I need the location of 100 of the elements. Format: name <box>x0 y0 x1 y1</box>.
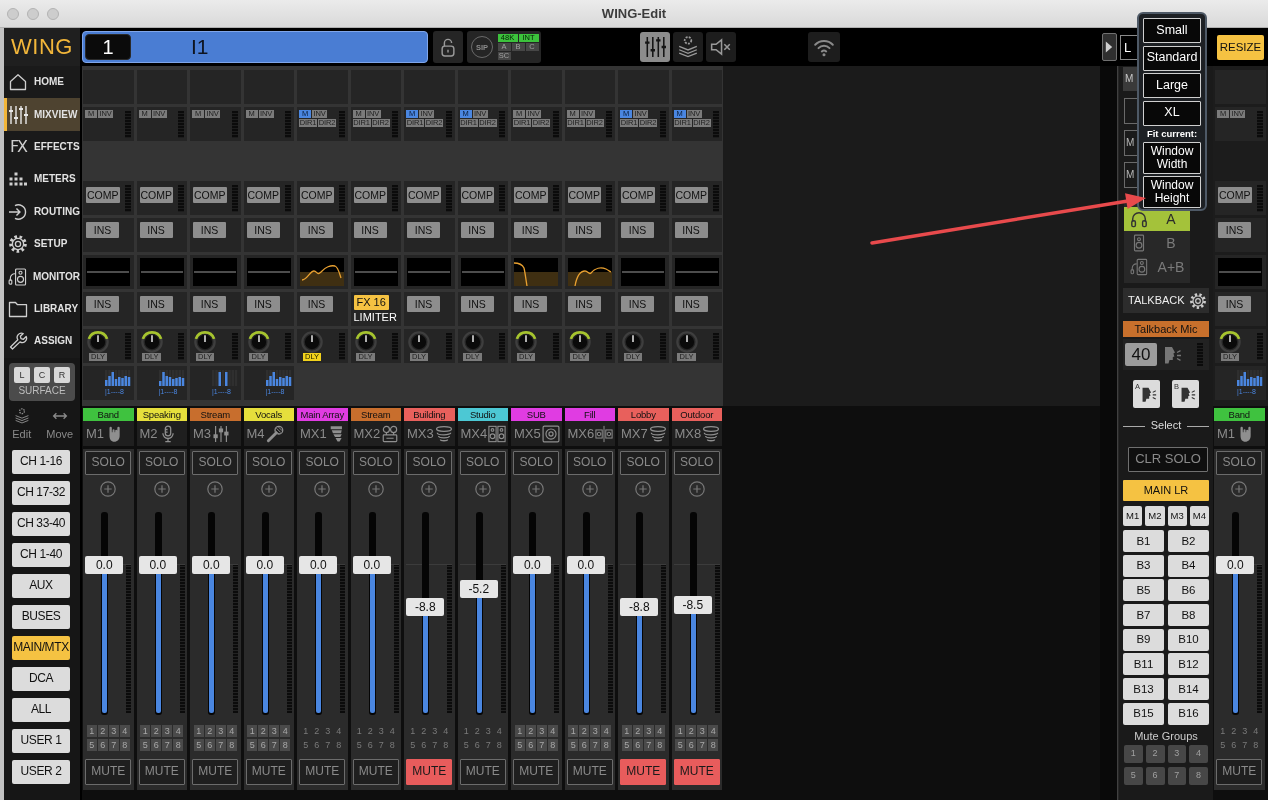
mute-button[interactable]: MUTE <box>459 759 506 785</box>
insert-button[interactable]: INS <box>353 222 387 238</box>
lock-button[interactable] <box>433 31 463 63</box>
select-button[interactable]: B8 <box>1168 604 1209 627</box>
comp-button[interactable]: COMP <box>353 187 387 203</box>
knob-icon[interactable] <box>675 331 698 353</box>
solo-button[interactable]: SOLO <box>566 451 613 475</box>
plus-icon[interactable] <box>153 481 170 497</box>
mute-button[interactable]: MUTE <box>1216 759 1263 785</box>
nav-item[interactable]: LIBRARY <box>4 292 80 326</box>
view-button[interactable] <box>640 32 670 62</box>
mute-group-button[interactable]: 5 <box>1124 766 1143 785</box>
insert-button[interactable]: INS <box>514 296 547 312</box>
select-button[interactable]: B1 <box>1123 530 1164 552</box>
nav-item[interactable]: ROUTING <box>4 195 80 228</box>
fader-handle[interactable]: 0.0 <box>85 555 124 574</box>
comp-button[interactable]: COMP <box>193 187 227 203</box>
select-button[interactable]: B7 <box>1123 604 1164 627</box>
solo-button[interactable]: SOLO <box>245 451 292 475</box>
knob-icon[interactable] <box>622 331 644 353</box>
nav-item[interactable]: HOME <box>4 66 80 99</box>
layer-button[interactable]: CH 33-40 <box>12 511 70 536</box>
knob-icon[interactable] <box>247 331 270 353</box>
mute-button[interactable]: MUTE <box>513 759 560 785</box>
fader-handle[interactable]: -8.8 <box>406 598 445 617</box>
surface-button[interactable]: C <box>34 366 50 383</box>
fader-handle[interactable]: -8.8 <box>620 598 659 617</box>
size-option[interactable]: Large <box>1143 73 1201 98</box>
insert-button[interactable]: INS <box>460 222 494 238</box>
mute-button[interactable]: MUTE <box>299 759 346 785</box>
size-option[interactable]: Small <box>1143 18 1201 43</box>
knob-icon[interactable] <box>301 331 323 353</box>
size-option[interactable]: XL <box>1143 100 1201 126</box>
mute-button[interactable]: MUTE <box>245 759 292 785</box>
comp-button[interactable]: COMP <box>300 187 334 203</box>
plus-icon[interactable] <box>314 481 331 497</box>
insert-button[interactable]: INS <box>407 296 440 312</box>
knob-icon[interactable] <box>194 331 216 353</box>
insert-button[interactable]: INS <box>1218 296 1251 312</box>
view-button[interactable] <box>706 32 736 62</box>
select-button[interactable]: M3 <box>1167 506 1187 526</box>
layer-button[interactable]: USER 2 <box>12 759 70 784</box>
knob-icon[interactable] <box>87 331 109 353</box>
select-button[interactable]: B14 <box>1168 678 1209 701</box>
select-button[interactable]: B9 <box>1123 628 1164 651</box>
mute-group-button[interactable]: 6 <box>1145 766 1165 785</box>
mute-button[interactable]: MUTE <box>673 759 720 785</box>
solo-button[interactable]: SOLO <box>138 451 185 475</box>
knob-icon[interactable] <box>354 331 377 353</box>
comp-button[interactable]: COMP <box>674 187 708 203</box>
size-option[interactable]: Window Height <box>1143 176 1201 208</box>
layer-button[interactable]: CH 17-32 <box>12 480 70 505</box>
mute-group-button[interactable]: 4 <box>1189 744 1208 763</box>
tool-button[interactable]: Edit <box>10 407 33 447</box>
insert-button[interactable]: INS <box>86 296 119 312</box>
knob-icon[interactable] <box>140 331 163 353</box>
comp-button[interactable]: COMP <box>621 187 655 203</box>
mute-group-button[interactable]: 1 <box>1124 744 1143 763</box>
comp-button[interactable]: COMP <box>1218 187 1252 203</box>
nav-item[interactable]: MONITOR <box>4 260 80 293</box>
plus-icon[interactable] <box>581 481 598 497</box>
mute-group-button[interactable]: 7 <box>1167 766 1187 785</box>
select-button[interactable]: M4 <box>1189 506 1209 526</box>
select-button[interactable]: B2 <box>1168 530 1209 552</box>
fader-handle[interactable]: 0.0 <box>352 555 391 574</box>
insert-button[interactable]: INS <box>621 296 654 312</box>
insert-button[interactable]: INS <box>300 296 333 312</box>
comp-button[interactable]: COMP <box>460 187 494 203</box>
nav-item[interactable]: SETUP <box>4 227 80 261</box>
insert-button[interactable]: INS <box>246 222 280 238</box>
solo-button[interactable]: SOLO <box>620 451 667 475</box>
fader-handle[interactable]: 0.0 <box>245 555 284 574</box>
nav-item[interactable]: MIXVIEW <box>4 98 80 131</box>
wifi-button[interactable] <box>808 32 840 62</box>
insert-button[interactable]: INS <box>514 222 547 238</box>
knob-icon[interactable] <box>461 331 484 353</box>
select-button[interactable]: MAIN LR <box>1123 480 1209 501</box>
layer-button[interactable]: MAIN/MTX <box>12 635 70 660</box>
comp-button[interactable]: COMP <box>246 187 280 203</box>
mute-group-button[interactable]: 2 <box>1145 744 1165 763</box>
insert-button[interactable]: INS <box>193 296 226 312</box>
expand-button[interactable] <box>1101 33 1117 61</box>
insert-button[interactable]: INS <box>139 222 173 238</box>
select-button[interactable]: M1 <box>1123 506 1143 526</box>
comp-button[interactable]: COMP <box>407 187 441 203</box>
insert-button[interactable]: INS <box>567 222 601 238</box>
plus-icon[interactable] <box>100 481 117 497</box>
select-button[interactable]: B3 <box>1123 554 1164 577</box>
resize-button[interactable]: RESIZE <box>1217 34 1264 60</box>
effect-slot-tag[interactable]: FX 16 <box>353 295 389 310</box>
mute-button[interactable]: MUTE <box>566 759 613 785</box>
monitor-option[interactable]: B <box>1124 231 1190 255</box>
insert-button[interactable]: INS <box>86 222 119 238</box>
knob-icon[interactable] <box>515 331 537 353</box>
surface-button[interactable]: L <box>14 366 30 383</box>
mute-button[interactable]: MUTE <box>192 759 239 785</box>
knob-icon[interactable] <box>1219 331 1241 353</box>
select-button[interactable]: B4 <box>1168 554 1209 577</box>
layer-button[interactable]: USER 1 <box>12 728 70 753</box>
fader-handle[interactable]: -5.2 <box>459 580 498 599</box>
